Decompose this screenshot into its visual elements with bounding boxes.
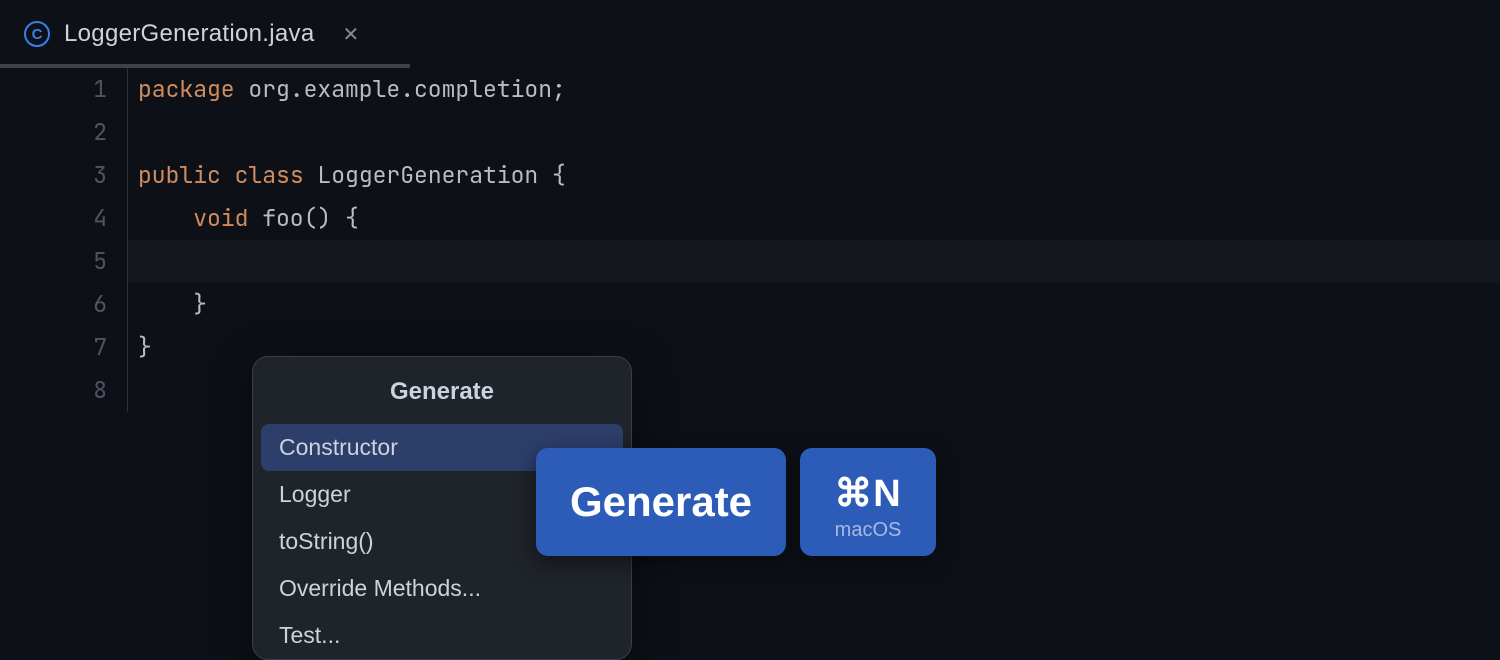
code-line: } [128, 283, 1500, 326]
current-line-highlight [128, 240, 1500, 283]
line-number-gutter: 1 2 3 4 5 6 7 8 [0, 68, 128, 412]
line-number: 1 [0, 68, 107, 111]
line-number: 2 [0, 111, 107, 154]
hint-shortcut-os: macOS [835, 519, 902, 542]
code-editor[interactable]: 1 2 3 4 5 6 7 8 package org.example.comp… [0, 68, 1500, 412]
code-line [128, 111, 1500, 154]
hint-action-label: Generate [570, 478, 752, 526]
line-number: 7 [0, 326, 107, 369]
hint-badge-action: Generate [536, 448, 786, 556]
popup-item-override-methods[interactable]: Override Methods... [261, 565, 623, 612]
tab-filename: LoggerGeneration.java [64, 20, 314, 48]
tab-bar: C LoggerGeneration.java ✕ [0, 0, 1500, 68]
line-number: 5 [0, 240, 107, 283]
close-tab-icon[interactable]: ✕ [342, 22, 359, 47]
line-number: 3 [0, 154, 107, 197]
hint-badge-shortcut: ⌘N macOS [800, 448, 936, 556]
code-line: public class LoggerGeneration { [128, 154, 1500, 197]
line-number: 8 [0, 369, 107, 412]
code-line: package org.example.completion; [128, 68, 1500, 111]
popup-title: Generate [261, 366, 623, 424]
popup-item-test[interactable]: Test... [261, 612, 623, 659]
code-line: void foo() { [128, 197, 1500, 240]
line-number: 4 [0, 197, 107, 240]
hint-shortcut-keys: ⌘N [834, 471, 901, 516]
editor-tab[interactable]: C LoggerGeneration.java ✕ [0, 0, 377, 68]
class-file-icon: C [24, 21, 50, 47]
line-number: 6 [0, 283, 107, 326]
